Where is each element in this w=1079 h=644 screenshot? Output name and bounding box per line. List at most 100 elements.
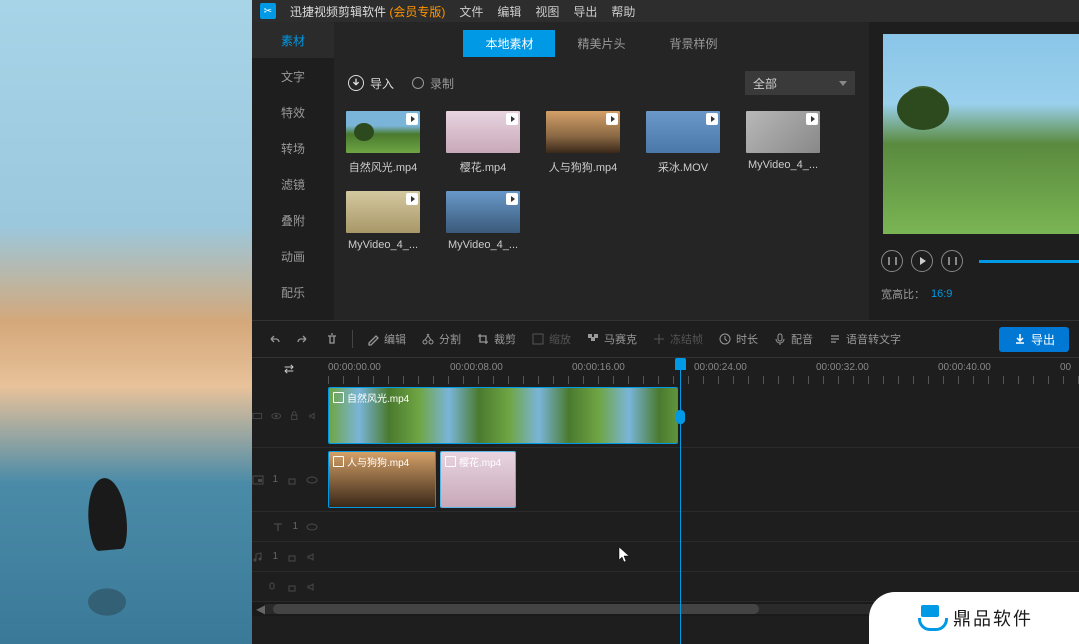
- preview-progress[interactable]: [979, 260, 1079, 263]
- play-icon: [506, 113, 518, 125]
- sidebar: 素材 文字 特效 转场 滤镜 叠附 动画 配乐: [252, 22, 334, 320]
- track-number: 1: [272, 474, 278, 485]
- export-button[interactable]: 导出: [999, 327, 1069, 352]
- menu-view[interactable]: 视图: [535, 3, 559, 20]
- zoom-button[interactable]: 缩放: [526, 328, 576, 350]
- mute-icon[interactable]: [306, 581, 318, 593]
- lock-icon[interactable]: [286, 474, 298, 486]
- audio-track: 1: [252, 542, 1079, 572]
- thumb-item[interactable]: MyVideo_4_...: [446, 191, 520, 251]
- pip-track: 1 人与狗狗.mp4 樱花.mp4: [252, 448, 1079, 512]
- ruler-mark: 00:00:32.00: [816, 362, 869, 373]
- play-icon: [406, 193, 418, 205]
- lock-icon[interactable]: [286, 551, 298, 563]
- chevron-down-icon: [839, 81, 847, 86]
- thumb-item[interactable]: 自然风光.mp4: [346, 111, 420, 175]
- subtab-local[interactable]: 本地素材: [463, 30, 555, 57]
- text-track: 1: [252, 512, 1079, 542]
- import-button[interactable]: 导入: [348, 75, 394, 92]
- clip-main[interactable]: 自然风光.mp4: [328, 387, 678, 444]
- subtab-intro[interactable]: 精美片头: [555, 30, 647, 57]
- aspect-value[interactable]: 16:9: [931, 288, 952, 300]
- sidebar-item-transition[interactable]: 转场: [252, 130, 334, 166]
- sidebar-item-text[interactable]: 文字: [252, 58, 334, 94]
- timeline-toolbar: 编辑 分割 裁剪 缩放 马赛克 冻结帧 时长 配音 语音转文字 导出: [252, 320, 1079, 358]
- play-icon: [806, 113, 818, 125]
- mosaic-button[interactable]: 马赛克: [581, 328, 642, 350]
- eye-icon[interactable]: [306, 521, 318, 533]
- record-button[interactable]: 录制: [412, 75, 454, 92]
- menu-file[interactable]: 文件: [459, 3, 483, 20]
- stt-button[interactable]: 语音转文字: [823, 328, 906, 350]
- redo-button[interactable]: [291, 329, 315, 349]
- titlebar: ✂ 迅捷视频剪辑软件 (会员专版) 文件 编辑 视图 导出 帮助: [252, 0, 1079, 22]
- eye-icon[interactable]: [306, 474, 318, 486]
- watermark-text: 鼎品软件: [953, 605, 1033, 631]
- menu-export[interactable]: 导出: [573, 3, 597, 20]
- preview-panel: 宽高比： 16:9: [869, 22, 1079, 320]
- play-icon: [406, 113, 418, 125]
- play-icon: [706, 113, 718, 125]
- sidebar-item-music[interactable]: 配乐: [252, 274, 334, 310]
- undo-button[interactable]: [262, 329, 286, 349]
- sidebar-item-filter[interactable]: 滤镜: [252, 166, 334, 202]
- split-button[interactable]: 分割: [416, 328, 466, 350]
- menu-edit[interactable]: 编辑: [497, 3, 521, 20]
- play-button[interactable]: [911, 250, 933, 272]
- ruler-mark: 00:00:16.00: [572, 362, 625, 373]
- sidebar-item-overlay[interactable]: 叠附: [252, 202, 334, 238]
- delete-button[interactable]: [320, 329, 344, 349]
- playhead[interactable]: [680, 358, 681, 644]
- app-logo: ✂: [260, 3, 276, 19]
- sidebar-item-material[interactable]: 素材: [252, 22, 334, 58]
- thumb-item[interactable]: MyVideo_4_...: [746, 111, 820, 175]
- edit-button[interactable]: 编辑: [361, 328, 411, 350]
- clip-pip1[interactable]: 人与狗狗.mp4: [328, 451, 436, 508]
- lock-icon[interactable]: [289, 410, 300, 422]
- freeze-button[interactable]: 冻结帧: [647, 328, 708, 350]
- duration-button[interactable]: 时长: [713, 328, 763, 350]
- dub-button[interactable]: 配音: [768, 328, 818, 350]
- add-track-icon[interactable]: ⇄: [284, 362, 294, 376]
- preview-image: [883, 34, 1079, 234]
- menu-help[interactable]: 帮助: [611, 3, 635, 20]
- ruler-mark: 00:00:08.00: [450, 362, 503, 373]
- lock-icon[interactable]: [286, 581, 298, 593]
- ruler-mark: 00:00:24.00: [694, 362, 747, 373]
- ruler-mark: 00:00:00.00: [328, 362, 381, 373]
- music-icon: [252, 551, 264, 563]
- thumb-item[interactable]: 樱花.mp4: [446, 111, 520, 175]
- aspect-label: 宽高比：: [881, 286, 925, 302]
- thumb-item[interactable]: MyVideo_4_...: [346, 191, 420, 251]
- pip-icon: [252, 474, 264, 486]
- sidebar-item-effects[interactable]: 特效: [252, 94, 334, 130]
- ruler-mark: 00: [1060, 362, 1071, 373]
- subtab-bg[interactable]: 背景样例: [648, 30, 740, 57]
- ruler-mark: 00:00:40.00: [938, 362, 991, 373]
- sidebar-item-animation[interactable]: 动画: [252, 238, 334, 274]
- clip-pip2[interactable]: 樱花.mp4: [440, 451, 516, 508]
- app-title: 迅捷视频剪辑软件 (会员专版): [290, 3, 445, 20]
- play-icon: [506, 193, 518, 205]
- play-icon: [606, 113, 618, 125]
- timeline-ruler[interactable]: ⇄ 00:00:00.00 00:00:08.00 00:00:16.00 00…: [252, 358, 1079, 384]
- eye-icon[interactable]: [271, 410, 282, 422]
- prev-frame-button[interactable]: [881, 250, 903, 272]
- thumb-item[interactable]: 人与狗狗.mp4: [546, 111, 620, 175]
- text-icon: [272, 521, 284, 533]
- background-photo: [0, 0, 252, 644]
- thumb-item[interactable]: 采冰.MOV: [646, 111, 720, 175]
- watermark-logo: [915, 603, 945, 633]
- mute-icon[interactable]: [308, 410, 319, 422]
- filter-dropdown[interactable]: 全部: [745, 71, 855, 95]
- video-editor-window: ✂ 迅捷视频剪辑软件 (会员专版) 文件 编辑 视图 导出 帮助 素材 文字 特…: [252, 0, 1079, 644]
- track-number: 1: [272, 551, 278, 562]
- video-icon: [252, 410, 263, 422]
- next-frame-button[interactable]: [941, 250, 963, 272]
- mute-icon[interactable]: [306, 551, 318, 563]
- crop-button[interactable]: 裁剪: [471, 328, 521, 350]
- material-panel: 本地素材 精美片头 背景样例 导入 录制 全部 自然风光.mp4 樱: [334, 22, 869, 320]
- mic-icon: [266, 581, 278, 593]
- import-icon: [348, 75, 364, 91]
- watermark: 鼎品软件: [869, 592, 1079, 644]
